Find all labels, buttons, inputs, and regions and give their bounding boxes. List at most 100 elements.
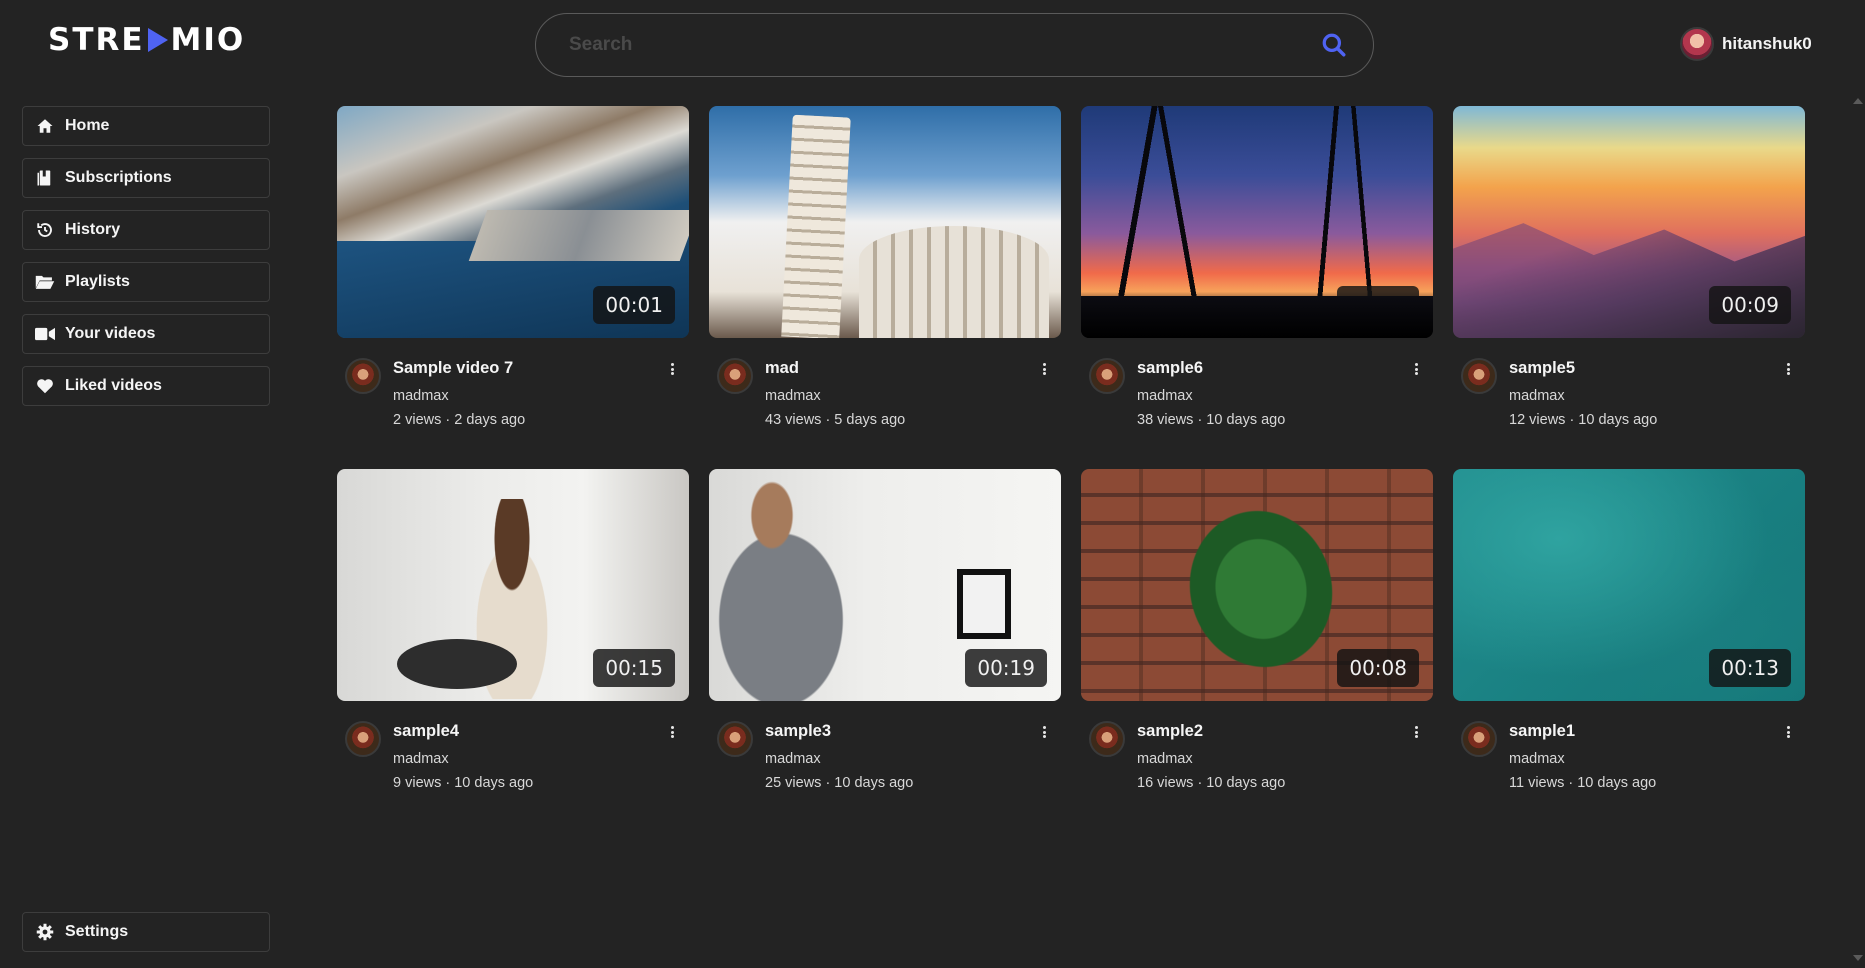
video-title[interactable]: sample2 xyxy=(1137,722,1425,741)
sidebar-item-history[interactable]: History xyxy=(22,210,270,250)
video-card[interactable]: 00:04 sample6 madmax 38 views · 10 days … xyxy=(1081,106,1433,469)
video-meta: sample5 madmax 12 views · 10 days ago xyxy=(1453,338,1805,428)
video-duration: 00:19 xyxy=(965,649,1047,687)
video-title[interactable]: Sample video 7 xyxy=(393,359,681,378)
video-thumbnail[interactable]: 00:01 xyxy=(337,106,689,338)
more-options-icon[interactable] xyxy=(1783,723,1793,741)
video-title[interactable]: sample3 xyxy=(765,722,1053,741)
video-stats: 9 views · 10 days ago xyxy=(393,775,534,791)
video-card[interactable]: 00:01 mad madmax 43 views · 5 days ago xyxy=(709,106,1061,469)
user-avatar[interactable] xyxy=(1680,27,1714,61)
channel-avatar[interactable] xyxy=(1089,721,1125,757)
stremio-logo[interactable]: STRE MIO xyxy=(48,22,245,58)
channel-name[interactable]: madmax xyxy=(1137,751,1425,767)
video-card[interactable]: 00:15 sample4 madmax 9 views · 10 days a… xyxy=(337,469,689,832)
sidebar-item-subscriptions[interactable]: Subscriptions xyxy=(22,158,270,198)
more-options-icon[interactable] xyxy=(1411,360,1421,378)
video-thumbnail[interactable]: 00:01 xyxy=(709,106,1061,338)
folder-icon xyxy=(35,272,55,292)
sidebar-item-home[interactable]: Home xyxy=(22,106,270,146)
video-thumbnail[interactable]: 00:04 xyxy=(1081,106,1433,338)
sidebar-item-label: Settings xyxy=(65,923,129,940)
video-thumbnail[interactable]: 00:15 xyxy=(337,469,689,701)
sidebar-item-label: Liked videos xyxy=(65,377,162,394)
sidebar-item-settings[interactable]: Settings xyxy=(22,912,270,952)
channel-avatar[interactable] xyxy=(1089,358,1125,394)
play-logo-icon xyxy=(147,28,168,52)
logo-text-right: MIO xyxy=(170,22,246,58)
more-options-icon[interactable] xyxy=(1039,360,1049,378)
more-options-icon[interactable] xyxy=(667,360,677,378)
sidebar-item-label: Playlists xyxy=(65,273,130,290)
sidebar-item-your-videos[interactable]: Your videos xyxy=(22,314,270,354)
video-card[interactable]: 00:01 Sample video 7 madmax 2 views · 2 … xyxy=(337,106,689,469)
channel-name[interactable]: madmax xyxy=(1509,388,1797,404)
search-bar xyxy=(535,13,1374,77)
more-options-icon[interactable] xyxy=(1783,360,1793,378)
video-title[interactable]: mad xyxy=(765,359,1053,378)
video-card[interactable]: 00:13 sample1 madmax 11 views · 10 days … xyxy=(1453,469,1805,832)
video-card[interactable]: 00:09 sample5 madmax 12 views · 10 days … xyxy=(1453,106,1805,469)
channel-name[interactable]: madmax xyxy=(1137,388,1425,404)
channel-avatar[interactable] xyxy=(717,721,753,757)
video-stats: 38 views · 10 days ago xyxy=(1137,412,1286,428)
video-duration: 00:04 xyxy=(1337,286,1419,324)
video-thumbnail[interactable]: 00:09 xyxy=(1453,106,1805,338)
video-stats: 25 views · 10 days ago xyxy=(765,775,914,791)
search-icon[interactable] xyxy=(1319,30,1349,60)
video-card[interactable]: 00:19 sample3 madmax 25 views · 10 days … xyxy=(709,469,1061,832)
app-root: STRE MIO hitanshuk0 Home Subscri xyxy=(0,0,1865,968)
more-options-icon[interactable] xyxy=(1039,723,1049,741)
video-title[interactable]: sample6 xyxy=(1137,359,1425,378)
video-meta: sample3 madmax 25 views · 10 days ago xyxy=(709,701,1061,791)
search-input[interactable] xyxy=(569,34,1319,56)
video-meta: sample6 madmax 38 views · 10 days ago xyxy=(1081,338,1433,428)
video-duration: 00:08 xyxy=(1337,649,1419,687)
sidebar-item-label: Subscriptions xyxy=(65,169,172,186)
video-thumbnail[interactable]: 00:08 xyxy=(1081,469,1433,701)
channel-name[interactable]: madmax xyxy=(393,751,681,767)
settings-section: Settings xyxy=(22,912,270,964)
user-menu[interactable]: hitanshuk0 xyxy=(1680,26,1812,62)
sidebar-item-playlists[interactable]: Playlists xyxy=(22,262,270,302)
video-thumbnail[interactable]: 00:19 xyxy=(709,469,1061,701)
sidebar-item-label: Your videos xyxy=(65,325,156,342)
user-name: hitanshuk0 xyxy=(1722,34,1812,53)
channel-avatar[interactable] xyxy=(1461,721,1497,757)
history-icon xyxy=(35,220,55,240)
more-options-icon[interactable] xyxy=(1411,723,1421,741)
channel-avatar[interactable] xyxy=(345,358,381,394)
gear-icon xyxy=(35,922,55,942)
video-stats: 11 views · 10 days ago xyxy=(1509,775,1657,791)
channel-name[interactable]: madmax xyxy=(1509,751,1797,767)
channel-name[interactable]: madmax xyxy=(393,388,681,404)
heart-icon xyxy=(35,376,55,396)
video-meta: Sample video 7 madmax 2 views · 2 days a… xyxy=(337,338,689,428)
scroll-down-arrow-icon[interactable] xyxy=(1853,955,1863,961)
video-duration: 00:15 xyxy=(593,649,675,687)
subscriptions-icon xyxy=(35,168,55,188)
video-title[interactable]: sample1 xyxy=(1509,722,1797,741)
video-camera-icon xyxy=(35,324,55,344)
channel-avatar[interactable] xyxy=(345,721,381,757)
video-thumbnail[interactable]: 00:13 xyxy=(1453,469,1805,701)
scroll-up-arrow-icon[interactable] xyxy=(1853,98,1863,104)
video-meta: mad madmax 43 views · 5 days ago xyxy=(709,338,1061,428)
video-meta: sample2 madmax 16 views · 10 days ago xyxy=(1081,701,1433,791)
video-meta: sample1 madmax 11 views · 10 days ago xyxy=(1453,701,1805,791)
more-options-icon[interactable] xyxy=(667,723,677,741)
video-stats: 43 views · 5 days ago xyxy=(765,412,906,428)
sidebar-item-liked-videos[interactable]: Liked videos xyxy=(22,366,270,406)
video-title[interactable]: sample4 xyxy=(393,722,681,741)
channel-name[interactable]: madmax xyxy=(765,388,1053,404)
channel-name[interactable]: madmax xyxy=(765,751,1053,767)
video-title[interactable]: sample5 xyxy=(1509,359,1797,378)
channel-avatar[interactable] xyxy=(1461,358,1497,394)
video-stats: 12 views · 10 days ago xyxy=(1509,412,1658,428)
video-grid: 00:01 Sample video 7 madmax 2 views · 2 … xyxy=(337,106,1805,832)
home-icon xyxy=(35,116,55,136)
video-stats: 16 views · 10 days ago xyxy=(1137,775,1286,791)
video-card[interactable]: 00:08 sample2 madmax 16 views · 10 days … xyxy=(1081,469,1433,832)
channel-avatar[interactable] xyxy=(717,358,753,394)
logo-text-left: STRE xyxy=(48,22,145,58)
